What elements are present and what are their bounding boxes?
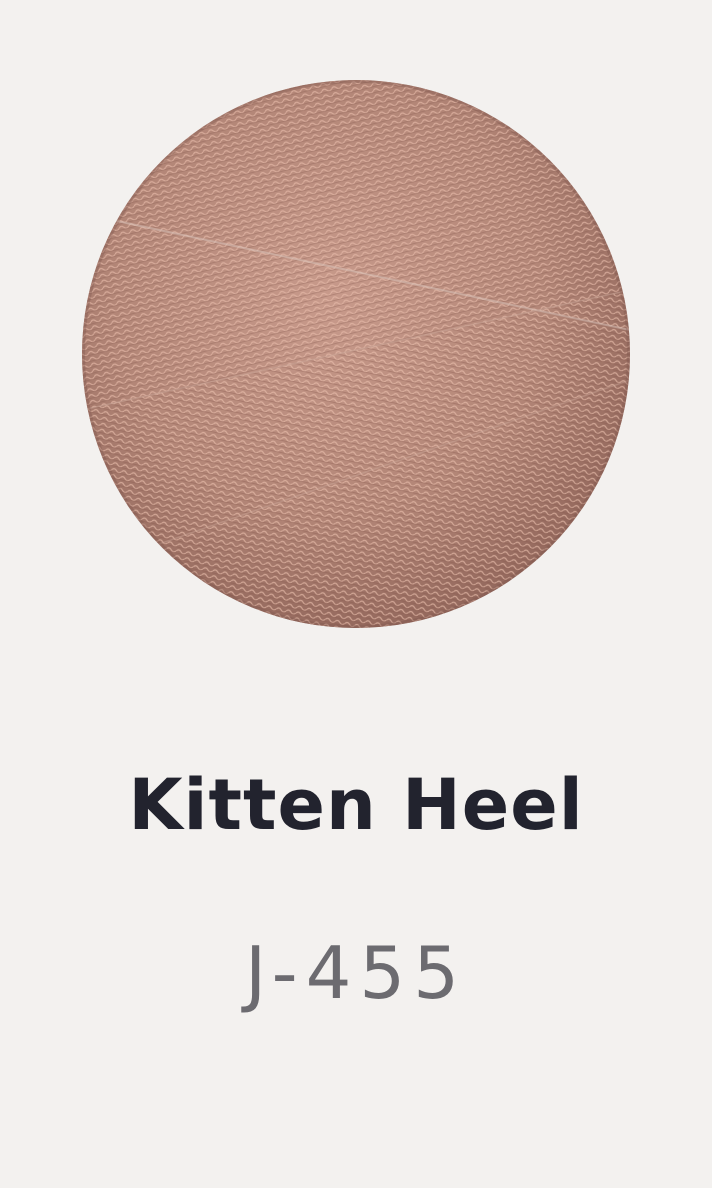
thread-swatch-image (82, 80, 630, 628)
color-card: Kitten Heel J-455 (0, 0, 712, 1188)
thread-spool-texture-icon (82, 80, 630, 628)
color-name: Kitten Heel (128, 764, 584, 846)
color-code: J-455 (244, 931, 468, 1015)
